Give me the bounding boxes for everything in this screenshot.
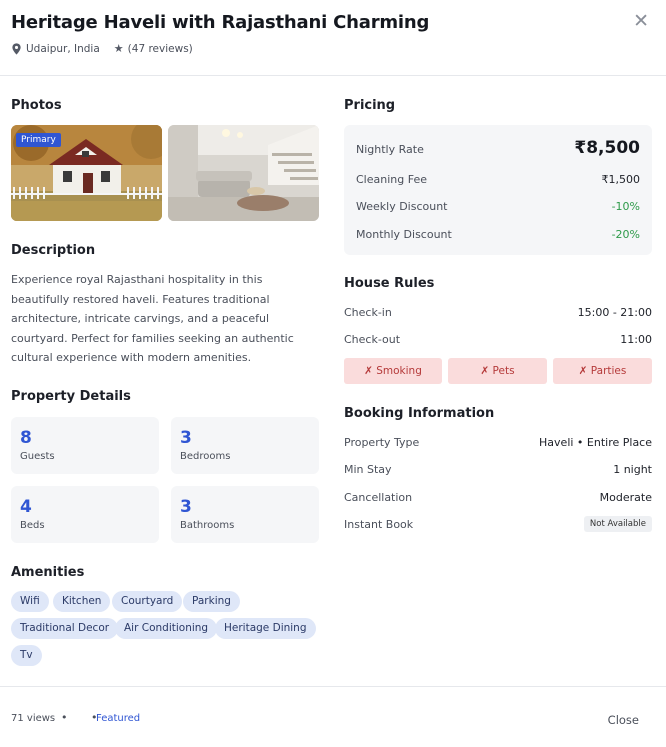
listing-title: Heritage Haveli with Rajasthani Charming — [11, 12, 430, 33]
pricing-title: Pricing — [344, 98, 396, 113]
amenity-chip[interactable]: Courtyard — [112, 591, 183, 612]
stat-label: Bedrooms — [180, 451, 231, 462]
modal-header: Heritage Haveli with Rajasthani Charming… — [0, 0, 666, 76]
cancellation-label: Cancellation — [344, 491, 413, 504]
photo-primary[interactable]: Primary — [11, 125, 162, 221]
monthly-discount-value: -20% — [611, 228, 640, 241]
rule-no-pets: ✗ Pets — [448, 358, 547, 384]
property-type-label: Property Type — [344, 436, 420, 449]
amenity-chip[interactable]: Kitchen — [53, 591, 111, 612]
property-details-title: Property Details — [11, 389, 131, 404]
interior-photo — [168, 125, 319, 221]
stat-bedrooms: 3 Bedrooms — [171, 417, 319, 474]
photos-title: Photos — [11, 98, 62, 113]
description-text: Experience royal Rajasthani hospitality … — [11, 273, 294, 365]
listing-location: Udaipur, India — [26, 42, 100, 55]
stat-value: 4 — [20, 497, 32, 517]
nightly-rate-value: ₹8,500 — [574, 138, 640, 158]
listing-reviews[interactable]: (47 reviews) — [128, 43, 193, 55]
primary-badge: Primary — [16, 133, 61, 147]
booking-info-title: Booking Information — [344, 406, 495, 421]
amenity-chip[interactable]: Tv — [11, 645, 42, 666]
close-button[interactable]: Close — [608, 713, 639, 727]
stat-label: Bathrooms — [180, 520, 235, 531]
rule-no-parties: ✗ Parties — [553, 358, 652, 384]
amenity-chip[interactable]: Air Conditioning — [115, 618, 218, 639]
listing-meta: Udaipur, India ★ (47 reviews) — [11, 42, 193, 55]
amenity-chip[interactable]: Wifi — [11, 591, 49, 612]
min-stay-label: Min Stay — [344, 463, 392, 476]
stat-beds: 4 Beds — [11, 486, 159, 543]
stat-value: 3 — [180, 497, 192, 517]
weekly-discount-label: Weekly Discount — [356, 200, 448, 213]
view-count: 71 views — [11, 713, 56, 724]
amenities-title: Amenities — [11, 565, 85, 580]
stat-bathrooms: 3 Bathrooms — [171, 486, 319, 543]
checkin-value: 15:00 - 21:00 — [577, 306, 652, 319]
stat-label: Guests — [20, 451, 55, 462]
amenity-chip[interactable]: Traditional Decor — [11, 618, 119, 639]
cancellation-value: Moderate — [599, 491, 652, 504]
checkin-label: Check-in — [344, 306, 392, 319]
photo-secondary[interactable] — [168, 125, 319, 221]
weekly-discount-value: -10% — [611, 200, 640, 213]
map-pin-icon — [12, 42, 21, 55]
amenity-chip[interactable]: Heritage Dining — [215, 618, 316, 639]
rule-no-smoking: ✗ Smoking — [344, 358, 442, 384]
description-title: Description — [11, 243, 96, 258]
property-type-value: Haveli • Entire Place — [539, 436, 652, 449]
stat-value: 3 — [180, 428, 192, 448]
house-rules-title: House Rules — [344, 276, 435, 291]
amenity-chip[interactable]: Parking — [183, 591, 240, 612]
close-icon[interactable]: ✕ — [633, 11, 649, 31]
min-stay-value: 1 night — [613, 463, 652, 476]
checkout-label: Check-out — [344, 333, 401, 346]
featured-badge: Featured — [96, 713, 141, 724]
modal-footer: 71 views • • Featured Close — [0, 686, 666, 747]
star-icon: ★ — [113, 42, 124, 55]
stat-value: 8 — [20, 428, 32, 448]
checkout-value: 11:00 — [620, 333, 652, 346]
monthly-discount-label: Monthly Discount — [356, 228, 452, 241]
stat-label: Beds — [20, 520, 45, 531]
instant-book-label: Instant Book — [344, 518, 414, 531]
instant-book-badge: Not Available — [583, 516, 652, 532]
nightly-rate-label: Nightly Rate — [356, 143, 424, 156]
cleaning-fee-value: ₹1,500 — [601, 173, 641, 186]
cleaning-fee-label: Cleaning Fee — [356, 173, 427, 186]
stat-guests: 8 Guests — [11, 417, 159, 474]
